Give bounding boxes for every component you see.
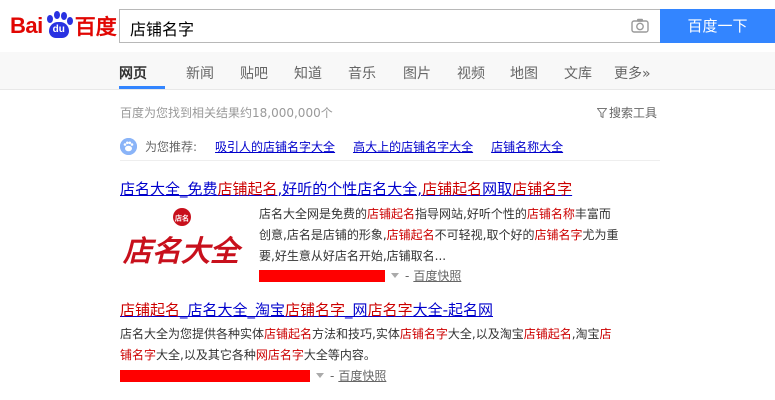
filter-icon	[597, 107, 607, 118]
keyword-highlight: 店名字	[367, 301, 413, 319]
keyword-highlight: 网店名字	[255, 348, 304, 362]
keyword-highlight: 店铺起名	[217, 180, 278, 198]
text-segment: 大全-起名网	[412, 301, 493, 319]
text-segment: 大全,以及淘宝	[447, 327, 524, 341]
text-segment: 大全,以及其它各种	[156, 348, 256, 362]
tab-news[interactable]: 新闻	[186, 63, 214, 83]
recommend-bar: 为您推荐: 吸引人的店铺名字大全 高大上的店铺名字大全 店铺名称大全	[120, 136, 581, 156]
text-segment: 不可轻视,取个好的	[434, 228, 535, 242]
recommend-link[interactable]: 店铺名称大全	[491, 138, 563, 155]
text-segment: _店名大全_淘宝	[180, 301, 286, 319]
baidu-logo[interactable]: Bai du 百度	[10, 7, 117, 45]
abstract-line: 铺名字大全,以及其它各种网店名字大全等内容。	[120, 345, 660, 366]
text-segment: 店名大全为您提供各种实体	[120, 327, 265, 341]
keyword-highlight: 店铺起名	[367, 207, 416, 221]
tab-more[interactable]: 更多»	[614, 63, 651, 83]
result-abstract-2: 店名大全为您提供各种实体店铺起名方法和技巧,实体店铺名字大全,以及淘宝店铺起名,…	[120, 324, 660, 366]
keyword-highlight: 店铺起名	[386, 228, 435, 242]
recommend-paw-icon	[120, 137, 137, 155]
tab-web[interactable]: 网页	[119, 63, 147, 83]
abstract-line: 店名大全网是免费的店铺起名指导网站,好听个性的店铺名称丰富而	[259, 204, 659, 225]
recommend-label: 为您推荐:	[145, 139, 198, 154]
snapshot-link[interactable]: 百度快照	[413, 267, 461, 284]
logo-text-bai: Bai	[10, 13, 43, 38]
result-title-2[interactable]: 店铺起名_店名大全_淘宝店铺名字_网店名字大全-起名网	[120, 299, 493, 320]
text-segment: 网取	[482, 180, 513, 198]
tab-map[interactable]: 地图	[510, 63, 538, 83]
abstract-line: 要,好生意从好店名开始,店铺取名...	[259, 246, 659, 267]
paw-icon: du	[44, 11, 74, 41]
text-segment: ,好听的个性店名大全,	[277, 180, 423, 198]
tab-images[interactable]: 图片	[403, 63, 431, 83]
search-button[interactable]: 百度一下	[660, 9, 775, 43]
dropdown-arrow-icon[interactable]	[391, 273, 399, 278]
header: Bai du 百度 店铺名字 百度一下	[0, 0, 775, 52]
keyword-highlight: 店铺起名	[523, 327, 572, 341]
text-segment: 指导网站,好听个性的	[415, 207, 527, 221]
text-segment: _网	[345, 301, 368, 319]
search-query-text: 店铺名字	[130, 20, 195, 39]
tab-zhidao[interactable]: 知道	[294, 63, 322, 83]
keyword-highlight: 店铺名字	[285, 301, 346, 319]
text-segment: ,淘宝	[571, 327, 600, 341]
tab-bar: 网页 新闻 贴吧 知道 音乐 图片 视频 地图 文库 更多»	[0, 52, 775, 90]
result-thumbnail[interactable]: 店名 店名大全	[120, 205, 243, 275]
camera-icon[interactable]	[631, 18, 649, 33]
text-segment: 方法和技巧,实体	[312, 327, 400, 341]
search-tools-label: 搜索工具	[609, 106, 658, 120]
recommend-link[interactable]: 吸引人的店铺名字大全	[215, 138, 335, 155]
recommend-link[interactable]: 高大上的店铺名字大全	[353, 138, 473, 155]
result-title-1[interactable]: 店名大全_免费店铺起名,好听的个性店名大全,店铺起名网取店铺名字	[120, 178, 572, 199]
thumbnail-text: 店名大全	[122, 234, 243, 268]
result-url-2: - 百度快照	[120, 367, 386, 384]
keyword-highlight: 店铺起名	[120, 301, 181, 319]
dropdown-arrow-icon[interactable]	[316, 373, 324, 378]
keyword-highlight: 店铺名称	[526, 207, 575, 221]
logo-text-cn: 百度	[74, 15, 117, 39]
redacted-url	[120, 369, 310, 382]
tab-music[interactable]: 音乐	[348, 63, 376, 83]
keyword-highlight: 店铺名字	[399, 327, 448, 341]
logo-text-du: du	[48, 22, 69, 38]
snapshot-link[interactable]: 百度快照	[338, 367, 386, 384]
keyword-highlight: 店铺起名	[422, 180, 483, 198]
tab-wenku[interactable]: 文库	[564, 63, 592, 83]
keyword-highlight: 店铺名字	[512, 180, 573, 198]
tab-video[interactable]: 视频	[457, 63, 485, 83]
redacted-url	[259, 269, 385, 282]
keyword-highlight: 店	[599, 327, 612, 341]
abstract-line: 创意,店名是店铺的形象,店铺起名不可轻视,取个好的店铺名字尤为重	[259, 225, 659, 246]
text-segment: 要,好生意从好店名开始,店铺取名...	[259, 249, 447, 263]
text-segment: 店名大全_免费	[120, 180, 218, 198]
search-tools-button[interactable]: 搜索工具	[597, 104, 657, 121]
text-segment: 大全等内容。	[303, 348, 376, 362]
abstract-line: 店名大全为您提供各种实体店铺起名方法和技巧,实体店铺名字大全,以及淘宝店铺起名,…	[120, 324, 660, 345]
text-segment: 丰富而	[574, 207, 611, 221]
thumbnail-badge: 店名	[175, 214, 189, 223]
keyword-highlight: 店铺名字	[534, 228, 583, 242]
active-tab-indicator	[119, 86, 165, 89]
result-count: 百度为您找到相关结果约18,000,000个	[120, 106, 333, 120]
keyword-highlight: 店铺起名	[264, 327, 313, 341]
text-segment: 店名大全网是免费的	[259, 207, 368, 221]
tab-tieba[interactable]: 贴吧	[240, 63, 268, 83]
keyword-highlight: 铺名字	[120, 348, 157, 362]
result-abstract-1: 店名大全网是免费的店铺起名指导网站,好听个性的店铺名称丰富而 创意,店名是店铺的形…	[259, 204, 659, 267]
text-segment: 创意,店名是店铺的形象,	[259, 228, 387, 242]
result-url-1: - 百度快照	[259, 267, 461, 284]
text-segment: 尤为重	[582, 228, 619, 242]
divider	[120, 160, 660, 161]
search-input[interactable]: 店铺名字	[119, 9, 660, 43]
